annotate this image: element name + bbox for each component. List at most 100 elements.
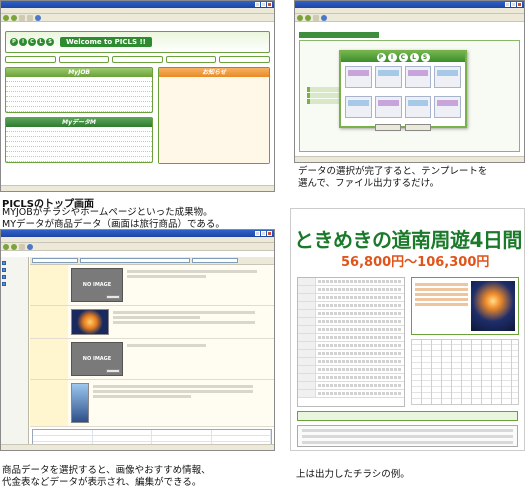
no-image-placeholder[interactable]: NO IMAGE xyxy=(71,268,123,302)
caption-line: MYJOBがチラシやホームページといった成果物。 xyxy=(2,207,213,218)
table-row xyxy=(298,334,404,342)
welcome-banner: Welcome to PICLS !! xyxy=(60,37,152,47)
table-row xyxy=(298,286,404,294)
field-label xyxy=(30,265,68,305)
tower-image[interactable] xyxy=(71,383,89,423)
nav-button[interactable] xyxy=(165,56,217,63)
nav-button[interactable] xyxy=(219,56,270,63)
sidebar-item[interactable] xyxy=(2,273,27,280)
table-row xyxy=(298,310,404,318)
field-text[interactable] xyxy=(127,268,271,302)
logo-letter: P xyxy=(10,38,18,46)
mydata-list xyxy=(6,127,153,162)
maximize-icon[interactable] xyxy=(261,231,266,236)
forward-icon[interactable] xyxy=(305,14,311,21)
table-row xyxy=(298,382,404,390)
template-select-screenshot: P I C L S xyxy=(294,0,525,163)
field-text[interactable] xyxy=(113,309,271,335)
template-thumbnail[interactable] xyxy=(434,96,461,118)
data-tab[interactable] xyxy=(299,32,379,38)
logo-letter: L xyxy=(37,38,45,46)
table-row xyxy=(298,366,404,374)
edit-content: NO IMAGE NO IMAGE xyxy=(1,257,274,450)
stop-icon[interactable] xyxy=(19,243,25,250)
ok-button[interactable] xyxy=(375,124,401,131)
field-text[interactable] xyxy=(127,342,271,376)
table-row xyxy=(298,278,404,286)
logo-letter: S xyxy=(46,38,54,46)
maximize-icon[interactable] xyxy=(511,2,516,7)
nav-button[interactable] xyxy=(5,56,56,63)
template-thumbnail[interactable] xyxy=(374,66,402,88)
sidebar-item[interactable] xyxy=(2,259,27,266)
no-image-label: NO IMAGE xyxy=(82,356,112,362)
flyer-title: ときめきの道南周遊4日間 xyxy=(294,228,521,252)
category-select[interactable] xyxy=(32,258,78,263)
flyer-notice-banner xyxy=(297,411,518,421)
forward-icon[interactable] xyxy=(11,14,17,21)
left-column: MyJOB MyデータM xyxy=(5,67,154,164)
back-icon[interactable] xyxy=(297,14,303,21)
browser-toolbar xyxy=(1,243,274,251)
close-icon[interactable] xyxy=(517,2,522,7)
edit-caption: 商品データを選択すると、画像やおすすめ情報、 代金表などデータが表示され、編集が… xyxy=(2,465,211,489)
field-label xyxy=(30,339,68,379)
sidebar-item[interactable] xyxy=(2,266,27,273)
fireworks-image[interactable] xyxy=(71,309,109,335)
template-thumbnails xyxy=(341,92,465,122)
nav-button[interactable] xyxy=(58,56,110,63)
folder-icon xyxy=(2,274,6,279)
dialog-header-logo: P I C L S xyxy=(341,52,465,62)
edit-toolbar xyxy=(30,257,274,265)
minimize-icon[interactable] xyxy=(505,2,510,7)
product-select[interactable] xyxy=(80,258,190,263)
output-flyer: ときめきの道南周遊4日間 56,800円～106,300円 xyxy=(290,208,525,451)
home-icon[interactable] xyxy=(27,243,33,250)
stop-icon[interactable] xyxy=(313,14,319,21)
maximize-icon[interactable] xyxy=(261,2,266,7)
notice-panel: お知らせ xyxy=(158,67,270,164)
folder-icon xyxy=(2,267,6,272)
close-icon[interactable] xyxy=(267,231,272,236)
home-icon[interactable] xyxy=(321,14,327,21)
date-select[interactable] xyxy=(192,258,238,263)
nav-button[interactable] xyxy=(112,56,163,63)
back-icon[interactable] xyxy=(3,243,9,250)
table-row xyxy=(298,326,404,334)
table-row xyxy=(298,318,404,326)
logo-letter: P xyxy=(376,52,386,62)
folder-icon xyxy=(2,260,6,265)
forward-icon[interactable] xyxy=(11,243,17,250)
cancel-button[interactable] xyxy=(405,124,431,131)
folder-icon xyxy=(2,281,6,286)
myjob-row[interactable] xyxy=(6,107,153,112)
status-bar xyxy=(295,156,524,162)
table-row xyxy=(298,358,404,366)
field-text[interactable] xyxy=(93,383,271,423)
template-thumbnail[interactable] xyxy=(404,96,432,118)
product-edit-screenshot: NO IMAGE NO IMAGE xyxy=(0,229,275,451)
browse-button[interactable] xyxy=(106,295,120,299)
refresh-icon[interactable] xyxy=(27,14,33,21)
sidebar-item[interactable] xyxy=(2,280,27,287)
close-icon[interactable] xyxy=(267,2,272,7)
minimize-icon[interactable] xyxy=(255,2,260,7)
notice-body xyxy=(159,77,269,163)
minimize-icon[interactable] xyxy=(255,231,260,236)
template-thumbnail[interactable] xyxy=(434,66,461,88)
field-body: NO IMAGE xyxy=(68,339,274,379)
template-thumbnail[interactable] xyxy=(374,96,402,118)
logo-letter: L xyxy=(409,52,419,62)
back-icon[interactable] xyxy=(3,14,9,21)
stop-icon[interactable] xyxy=(19,14,25,21)
template-thumbnail[interactable] xyxy=(345,66,372,88)
table-row xyxy=(298,374,404,382)
field-body xyxy=(68,306,274,338)
home-icon[interactable] xyxy=(35,14,41,21)
no-image-placeholder[interactable]: NO IMAGE xyxy=(71,342,123,376)
template-thumbnail[interactable] xyxy=(404,66,432,88)
browse-button[interactable] xyxy=(106,369,120,373)
mydata-row[interactable] xyxy=(6,157,153,162)
template-thumbnail[interactable] xyxy=(345,96,372,118)
table-row xyxy=(298,390,404,398)
